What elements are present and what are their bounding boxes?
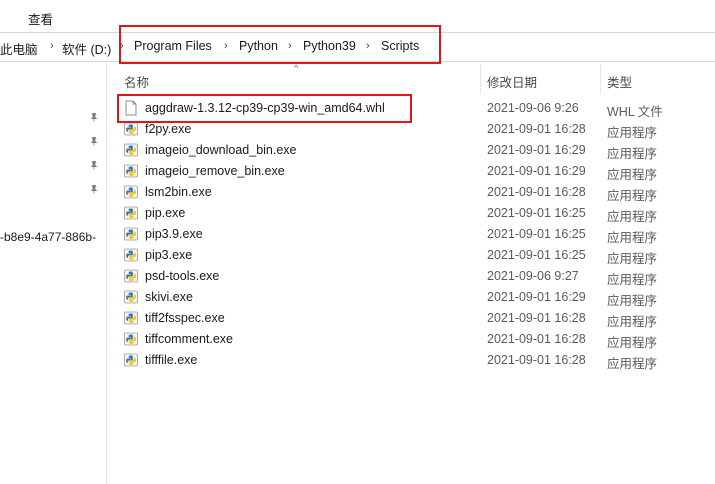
- file-row[interactable]: pip3.exe 2021-09-01 16:25 应用程序: [107, 245, 715, 266]
- file-name: tiffcomment.exe: [145, 332, 234, 346]
- ribbon: 查看: [0, 0, 715, 30]
- file-type: 应用程序: [607, 315, 658, 329]
- breadcrumb-python39[interactable]: Python39: [303, 39, 356, 53]
- python-exe-icon: [123, 352, 139, 368]
- file-row[interactable]: imageio_download_bin.exe 2021-09-01 16:29…: [107, 140, 715, 161]
- file-type: 应用程序: [607, 168, 658, 182]
- file-row[interactable]: imageio_remove_bin.exe 2021-09-01 16:29 应用…: [107, 161, 715, 182]
- file-modified-date: 2021-09-01 16:29: [487, 290, 586, 304]
- python-exe-icon: [123, 121, 139, 137]
- ribbon-tab-view[interactable]: 查看: [28, 9, 53, 28]
- file-row[interactable]: tiff2fsspec.exe 2021-09-01 16:28 应用程序: [107, 308, 715, 329]
- python-exe-icon: [123, 247, 139, 263]
- file-modified-date: 2021-09-01 16:28: [487, 311, 586, 325]
- file-modified-date: 2021-09-01 16:25: [487, 206, 586, 220]
- file-modified-date: 2021-09-06 9:26: [487, 101, 579, 115]
- breadcrumb-python[interactable]: Python: [239, 39, 278, 53]
- file-name: lsm2bin.exe: [145, 185, 212, 199]
- file-name: pip.exe: [145, 206, 186, 220]
- file-row[interactable]: tifffile.exe 2021-09-01 16:28 应用程序: [107, 350, 715, 371]
- breadcrumb-separator-icon[interactable]: ›: [366, 40, 370, 52]
- pin-icon[interactable]: [88, 160, 100, 172]
- pin-icon[interactable]: [88, 112, 100, 124]
- file-name: pip3.9.exe: [145, 227, 203, 241]
- file-modified-date: 2021-09-01 16:28: [487, 332, 586, 346]
- breadcrumb-program-files[interactable]: Program Files: [134, 39, 212, 53]
- file-row[interactable]: tiffcomment.exe 2021-09-01 16:28 应用程序: [107, 329, 715, 350]
- file-row[interactable]: pip.exe 2021-09-01 16:25 应用程序: [107, 203, 715, 224]
- python-exe-icon: [123, 142, 139, 158]
- file-row[interactable]: pip3.9.exe 2021-09-01 16:25 应用程序: [107, 224, 715, 245]
- file-type: 应用程序: [607, 210, 658, 224]
- file-type: 应用程序: [607, 273, 658, 287]
- file-modified-date: 2021-09-01 16:25: [487, 248, 586, 262]
- file-name: pip3.exe: [145, 248, 193, 262]
- sort-arrow-icon: ^: [294, 63, 299, 73]
- python-exe-icon: [123, 268, 139, 284]
- file-name: imageio_remove_bin.exe: [145, 164, 285, 178]
- file-row[interactable]: psd-tools.exe 2021-09-06 9:27 应用程序: [107, 266, 715, 287]
- breadcrumb-drive[interactable]: 软件 (D:): [62, 39, 111, 58]
- pin-icon[interactable]: [88, 136, 100, 148]
- file-name: tiff2fsspec.exe: [145, 311, 225, 325]
- file-type: 应用程序: [607, 231, 658, 245]
- file-name: imageio_download_bin.exe: [145, 143, 297, 157]
- file-row[interactable]: lsm2bin.exe 2021-09-01 16:28 应用程序: [107, 182, 715, 203]
- breadcrumb-separator-icon[interactable]: ›: [224, 40, 228, 52]
- breadcrumb-scripts[interactable]: Scripts: [381, 39, 419, 53]
- file-name: f2py.exe: [145, 122, 192, 136]
- file-row[interactable]: aggdraw-1.3.12-cp39-cp39-win_amd64.whl 20…: [107, 98, 715, 119]
- python-exe-icon: [123, 310, 139, 326]
- file-modified-date: 2021-09-06 9:27: [487, 269, 579, 283]
- column-header-name[interactable]: 名称: [124, 72, 149, 91]
- file-modified-date: 2021-09-01 16:28: [487, 185, 586, 199]
- file-type: 应用程序: [607, 294, 658, 308]
- python-exe-icon: [123, 226, 139, 242]
- file-name: aggdraw-1.3.12-cp39-cp39-win_amd64.whl: [145, 101, 385, 115]
- python-exe-icon: [123, 163, 139, 179]
- column-divider[interactable]: [480, 64, 481, 94]
- nav-item-folder[interactable]: -b8e9-4a77-886b-: [0, 230, 96, 244]
- file-row[interactable]: skivi.exe 2021-09-01 16:29 应用程序: [107, 287, 715, 308]
- file-row[interactable]: f2py.exe 2021-09-01 16:28 应用程序: [107, 119, 715, 140]
- file-name: tifffile.exe: [145, 353, 198, 367]
- pin-icon[interactable]: [88, 184, 100, 196]
- file-type: 应用程序: [607, 189, 658, 203]
- file-modified-date: 2021-09-01 16:28: [487, 353, 586, 367]
- file-modified-date: 2021-09-01 16:29: [487, 143, 586, 157]
- file-type: 应用程序: [607, 126, 658, 140]
- file-modified-date: 2021-09-01 16:25: [487, 227, 586, 241]
- file-type: 应用程序: [607, 336, 658, 350]
- file-modified-date: 2021-09-01 16:29: [487, 164, 586, 178]
- column-header-date[interactable]: 修改日期: [487, 72, 537, 91]
- breadcrumb-separator-icon[interactable]: ›: [120, 40, 124, 52]
- address-bar[interactable]: 此电脑 › 软件 (D:) › Program Files › Python ›…: [0, 32, 715, 62]
- document-icon: [123, 100, 139, 116]
- file-type: 应用程序: [607, 357, 658, 371]
- python-exe-icon: [123, 184, 139, 200]
- file-name: skivi.exe: [145, 290, 193, 304]
- file-name: psd-tools.exe: [145, 269, 220, 283]
- breadcrumb-separator-icon[interactable]: ›: [288, 40, 292, 52]
- python-exe-icon: [123, 331, 139, 347]
- file-type: WHL 文件: [607, 105, 663, 119]
- navigation-pane: [0, 62, 107, 484]
- breadcrumb-separator-icon[interactable]: ›: [50, 40, 54, 52]
- breadcrumb-this-pc[interactable]: 此电脑: [0, 39, 38, 58]
- file-type: 应用程序: [607, 147, 658, 161]
- column-divider[interactable]: [600, 64, 601, 94]
- python-exe-icon: [123, 205, 139, 221]
- file-type: 应用程序: [607, 252, 658, 266]
- file-modified-date: 2021-09-01 16:28: [487, 122, 586, 136]
- python-exe-icon: [123, 289, 139, 305]
- column-header-type[interactable]: 类型: [607, 72, 632, 91]
